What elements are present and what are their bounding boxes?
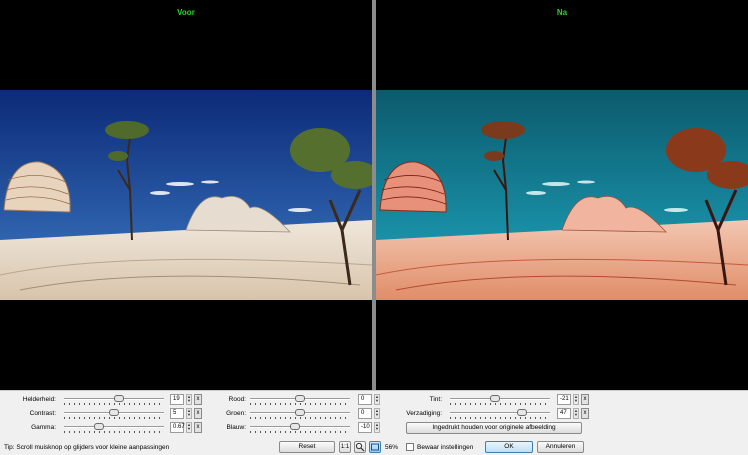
before-preview-pane: Voor <box>0 0 372 390</box>
verzadiging-reset-button[interactable]: x <box>581 408 589 419</box>
after-title: Na <box>556 8 568 17</box>
rood-slider[interactable] <box>250 395 350 405</box>
before-photo <box>0 90 372 300</box>
helderheid-slider[interactable] <box>64 395 164 405</box>
groen-value-input[interactable]: 0 <box>358 408 372 419</box>
reset-button[interactable]: Reset <box>279 441 335 453</box>
tint-value-input[interactable]: -21 <box>557 394 571 405</box>
tint-spinner[interactable]: ▲ ▼ <box>573 394 579 405</box>
magnifier-icon <box>355 442 365 452</box>
verzadiging-label: Verzadiging: <box>406 410 442 417</box>
blauw-spinner[interactable]: ▲ ▼ <box>374 422 380 433</box>
tint-reset-button[interactable]: x <box>581 394 589 405</box>
gamma-slider-thumb[interactable] <box>94 423 104 430</box>
ratio-1-1-button[interactable]: 1:1 <box>339 441 351 453</box>
ok-button[interactable]: OK <box>485 441 533 453</box>
verzadiging-spinner[interactable]: ▲ ▼ <box>573 408 579 419</box>
save-settings-checkbox[interactable] <box>406 443 414 451</box>
gamma-slider[interactable] <box>64 423 164 433</box>
after-preview-pane: Na <box>376 0 748 390</box>
fit-window-icon[interactable] <box>369 441 381 453</box>
rood-label: Rood: <box>228 396 246 403</box>
fit-icon <box>371 443 379 451</box>
after-photo <box>376 90 748 300</box>
blauw-slider-thumb[interactable] <box>290 423 300 430</box>
helderheid-label: Helderheid: <box>22 396 56 403</box>
contrast-label: Contrast: <box>29 410 56 417</box>
groen-label: Groen: <box>226 410 246 417</box>
blauw-label: Blauw: <box>226 424 246 431</box>
hold-original-button[interactable]: Ingedrukt houden voor originele afbeeldi… <box>406 422 582 434</box>
zoom-level: 56% <box>385 444 399 451</box>
blauw-slider[interactable] <box>250 423 350 433</box>
rood-slider-thumb[interactable] <box>295 395 305 402</box>
groen-slider-thumb[interactable] <box>295 409 305 416</box>
groen-spinner[interactable]: ▲ ▼ <box>374 408 380 419</box>
helderheid-slider-thumb[interactable] <box>114 395 124 402</box>
rood-value-input[interactable]: 0 <box>358 394 372 405</box>
cancel-button[interactable]: Annuleren <box>537 441 584 453</box>
verzadiging-slider[interactable] <box>450 409 550 419</box>
gamma-value-input[interactable]: 0.67 <box>170 422 185 433</box>
contrast-slider-thumb[interactable] <box>109 409 119 416</box>
contrast-slider[interactable] <box>64 409 164 419</box>
blauw-value-input[interactable]: -10 <box>358 422 372 433</box>
tint-slider-thumb[interactable] <box>490 395 500 402</box>
zoom-icon[interactable] <box>354 441 366 453</box>
verzadiging-value-input[interactable]: 47 <box>557 408 571 419</box>
contrast-value-input[interactable]: 5 <box>170 408 184 419</box>
groen-slider[interactable] <box>250 409 350 419</box>
tint-slider[interactable] <box>450 395 550 405</box>
tint-label: Tint: <box>429 396 442 403</box>
tip-text: Tip: Scroll muisknop op glijders voor kl… <box>4 444 170 451</box>
gamma-label: Gamma: <box>31 424 56 431</box>
adjustment-panel: Helderheid: 19 ▲ ▼ x Contrast: 5 ▲ ▼ x Gam… <box>0 390 748 455</box>
helderheid-value-input[interactable]: 19 <box>170 394 184 405</box>
rood-spinner[interactable]: ▲ ▼ <box>374 394 380 405</box>
before-title: Voor <box>177 8 195 17</box>
save-settings-label[interactable]: Bewaar instellingen <box>417 444 473 451</box>
verzadiging-slider-thumb[interactable] <box>517 409 527 416</box>
